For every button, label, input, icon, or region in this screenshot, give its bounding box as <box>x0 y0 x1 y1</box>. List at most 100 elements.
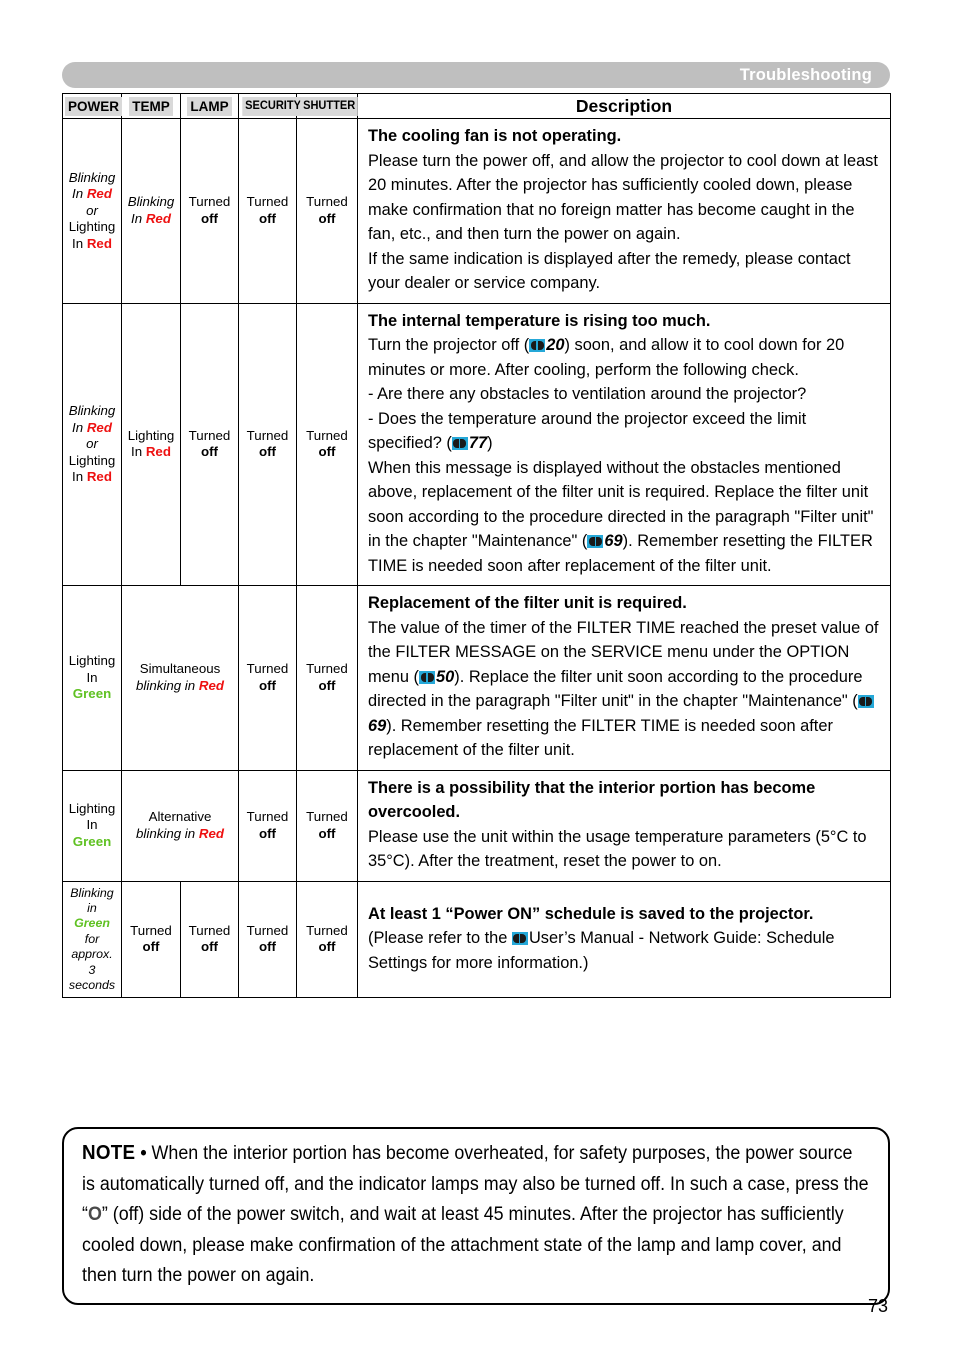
cell-security-state: Turned off <box>238 302 297 586</box>
power-line1: Blinking <box>68 403 116 418</box>
indicator-status-table: POWER TEMP LAMP SECURITY SHUTTER Descrip… <box>62 93 891 999</box>
book-reference-icon <box>511 932 528 946</box>
security-line1: Turned <box>246 661 289 677</box>
note-label: NOTE <box>82 1142 136 1164</box>
running-head-bar: Troubleshooting <box>62 62 890 88</box>
security-header-label: SECURITY <box>242 97 304 116</box>
security-line1: Turned <box>246 922 289 938</box>
temp-header-label: TEMP <box>129 96 173 116</box>
table-row: Blinking In Red or Lighting In Red Light… <box>62 302 891 586</box>
table-header-row: POWER TEMP LAMP SECURITY SHUTTER Descrip… <box>62 93 891 119</box>
shutter-line2: off <box>318 825 336 841</box>
lamp-line1: Turned <box>188 427 231 443</box>
power-color-1: Red <box>86 419 112 435</box>
table-row: Lighting In Green Simultaneous blinking … <box>62 585 891 771</box>
power-line6: seconds <box>68 977 116 992</box>
power-line2: In <box>86 669 98 685</box>
page-reference: 20 <box>546 336 565 354</box>
lamp-line2: off <box>201 444 218 460</box>
power-color-1: Green <box>72 833 112 849</box>
cell-description: Replacement of the filter unit is requir… <box>357 585 891 771</box>
security-line2: off <box>259 444 276 460</box>
cell-description: At least 1 “Power ON” schedule is saved … <box>357 880 891 999</box>
power-or: or <box>86 436 98 451</box>
power-line4: In <box>72 469 84 484</box>
shutter-line1: Turned <box>306 427 348 443</box>
cell-security-state: Turned off <box>238 585 297 771</box>
column-header-shutter: SHUTTER <box>296 93 359 119</box>
cell-lamp-state: Turned off <box>180 302 239 586</box>
book-reference-icon <box>419 670 436 684</box>
templamp-line1: Alternative <box>148 809 212 824</box>
power-line1: Blinking <box>70 885 114 900</box>
temp-line2: In <box>131 444 143 460</box>
page-reference: 77 <box>468 434 488 452</box>
power-line4: In <box>72 235 84 251</box>
cell-temp-state: Turned off <box>121 880 181 999</box>
description-heading: At least 1 “Power ON” schedule is saved … <box>368 904 814 923</box>
cell-lamp-state: Turned off <box>180 118 239 304</box>
cell-power-state: Blinking In Red or Lighting In Red <box>62 118 122 304</box>
power-line1: Lighting <box>68 800 116 816</box>
power-line5: 3 <box>88 962 96 977</box>
power-color-1: Green <box>74 916 110 931</box>
security-line2: off <box>259 210 276 226</box>
description-heading: There is a possibility that the interior… <box>368 778 816 822</box>
shutter-line2: off <box>318 677 336 693</box>
security-line2: off <box>259 939 276 955</box>
book-reference-icon <box>857 695 874 708</box>
temp-line1: Blinking <box>127 194 175 210</box>
cell-security-state: Turned off <box>238 880 297 999</box>
cell-security-state: Turned off <box>238 769 297 882</box>
cell-security-state: Turned off <box>238 118 297 304</box>
cell-power-state: Lighting In Green <box>62 769 122 882</box>
templamp-color: Red <box>198 677 224 693</box>
power-line2: In <box>72 419 84 435</box>
description-body: Please turn the power off, and allow the… <box>368 151 878 293</box>
power-line2: in <box>87 900 97 915</box>
cell-power-state: Blinking in Green for approx. 3 seconds <box>62 880 122 999</box>
temp-line1: Turned <box>130 922 172 938</box>
templamp-color: Red <box>198 825 224 841</box>
description-body-part3: ). Remember resetting the FILTER TIME is… <box>368 716 833 760</box>
power-line1: Lighting <box>68 653 116 668</box>
column-header-description: Description <box>357 93 891 119</box>
book-reference-icon <box>587 535 604 548</box>
table-row: Lighting In Green Alternative blinking i… <box>62 769 891 882</box>
table-row: Blinking in Green for approx. 3 seconds … <box>62 880 891 999</box>
shutter-header-label: SHUTTER <box>300 97 359 116</box>
power-off-symbol: O <box>87 1204 102 1225</box>
shutter-line1: Turned <box>306 809 348 824</box>
power-color-1: Red <box>86 186 112 201</box>
templamp-line2: blinking in <box>136 825 196 841</box>
temp-line2: off <box>142 939 160 955</box>
temp-line1: Lighting <box>127 427 175 443</box>
lamp-line1: Turned <box>188 194 231 210</box>
cell-description: The cooling fan is not operating. Please… <box>357 118 891 304</box>
cell-temp-lamp-state: Simultaneous blinking in Red <box>121 585 239 771</box>
power-line4: approx. <box>71 947 113 962</box>
column-header-temp: TEMP <box>121 93 181 119</box>
security-line2: off <box>259 825 276 841</box>
description-heading: The cooling fan is not operating. <box>368 127 622 145</box>
power-or: or <box>86 202 98 218</box>
power-color-1: Green <box>72 686 112 701</box>
temp-line2: In <box>131 210 143 226</box>
table-row: Blinking In Red or Lighting In Red Blink… <box>62 118 891 304</box>
security-line1: Turned <box>246 194 289 210</box>
shutter-line2: off <box>318 444 336 460</box>
temp-color: Red <box>145 444 171 460</box>
running-head-title: Troubleshooting <box>739 65 872 84</box>
shutter-line1: Turned <box>306 661 348 677</box>
power-line3: for <box>84 931 100 946</box>
cell-power-state: Blinking In Red or Lighting In Red <box>62 302 122 586</box>
description-heading: The internal temperature is rising too m… <box>368 311 711 330</box>
lamp-line1: Turned <box>188 922 231 938</box>
column-header-security: SECURITY <box>238 93 304 119</box>
cell-shutter-state: Turned off <box>296 118 358 304</box>
cell-shutter-state: Turned off <box>296 880 358 999</box>
power-line3: Lighting <box>68 219 116 234</box>
page-number: 73 <box>867 1296 888 1316</box>
shutter-line1: Turned <box>306 922 348 938</box>
cell-shutter-state: Turned off <box>296 769 358 882</box>
